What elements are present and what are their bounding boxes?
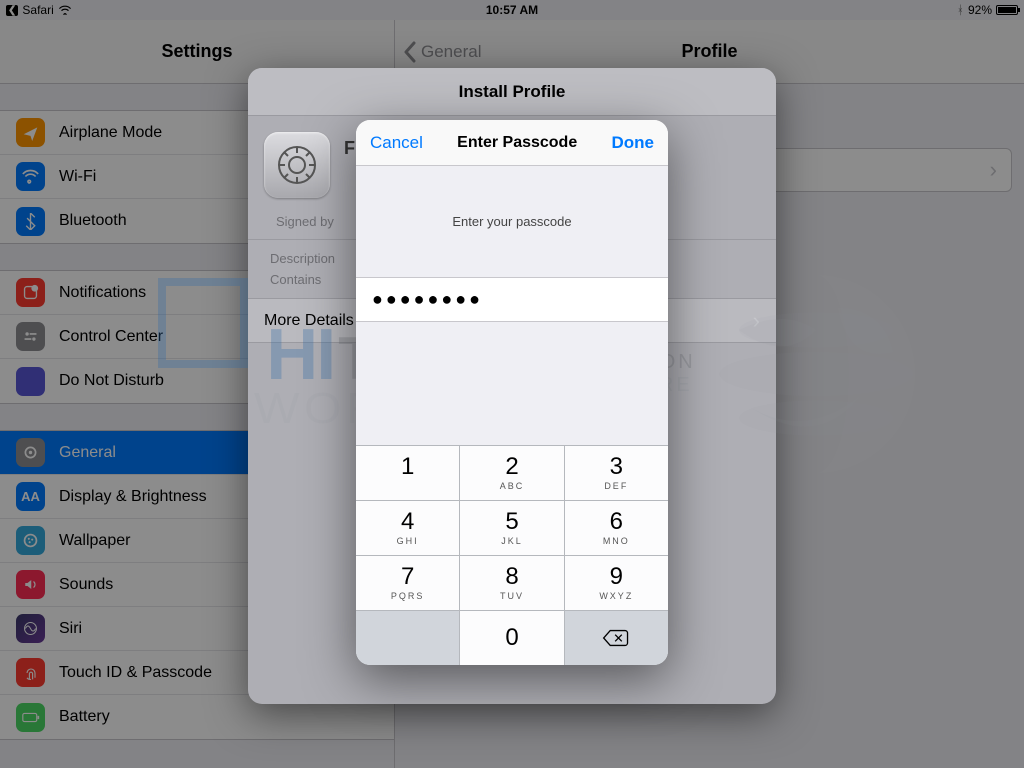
keypad-digit: 6 xyxy=(610,510,623,534)
keypad-letters: TUV xyxy=(500,591,524,601)
keypad-letters: GHI xyxy=(397,536,419,546)
keypad-9[interactable]: 9 WXYZ xyxy=(565,555,668,610)
keypad-letters: JKL xyxy=(501,536,523,546)
keypad-4[interactable]: 4 GHI xyxy=(356,500,460,555)
keypad-digit: 8 xyxy=(505,565,518,589)
keypad-digit: 1 xyxy=(401,455,414,479)
keypad-1[interactable]: 1 xyxy=(356,445,460,500)
keypad-backspace[interactable] xyxy=(565,610,668,665)
keypad-digit: 7 xyxy=(401,565,414,589)
more-details-label: More Details xyxy=(264,312,354,330)
chevron-right-icon: › xyxy=(753,308,760,334)
keypad-letters: PQRS xyxy=(391,591,425,601)
keypad-7[interactable]: 7 PQRS xyxy=(356,555,460,610)
passcode-modal: Cancel Enter Passcode Done Enter your pa… xyxy=(356,120,668,665)
keypad-letters xyxy=(405,481,410,491)
keypad-letters: ABC xyxy=(500,481,525,491)
profile-gear-icon xyxy=(264,132,330,198)
keypad-0[interactable]: 0 xyxy=(460,610,564,665)
passcode-title: Enter Passcode xyxy=(457,134,577,152)
numeric-keypad: 1 2 ABC 3 DEF 4 GHI 5 JKL 6 MNO 7 PQRS 8 TUV 9 WXYZ 0 xyxy=(356,445,668,665)
keypad-6[interactable]: 6 MNO xyxy=(565,500,668,555)
keypad-letters: WXYZ xyxy=(599,591,633,601)
keypad-digit: 3 xyxy=(610,455,623,479)
keypad-8[interactable]: 8 TUV xyxy=(460,555,564,610)
keypad-digit: 9 xyxy=(610,565,623,589)
keypad-digit: 2 xyxy=(505,455,518,479)
keypad-5[interactable]: 5 JKL xyxy=(460,500,564,555)
keypad-2[interactable]: 2 ABC xyxy=(460,445,564,500)
passcode-dots: ●●●●●●●● xyxy=(372,289,483,310)
keypad-3[interactable]: 3 DEF xyxy=(565,445,668,500)
keypad-digit: 5 xyxy=(505,510,518,534)
keypad-digit: 4 xyxy=(401,510,414,534)
backspace-icon xyxy=(602,628,630,648)
done-button[interactable]: Done xyxy=(611,133,654,153)
cancel-button[interactable]: Cancel xyxy=(370,133,423,153)
passcode-field[interactable]: ●●●●●●●● xyxy=(356,278,668,322)
keypad-blank xyxy=(356,610,460,665)
keypad-letters: DEF xyxy=(604,481,628,491)
keypad-letters: MNO xyxy=(603,536,630,546)
sheet-title: Install Profile xyxy=(248,68,776,116)
passcode-prompt: Enter your passcode xyxy=(356,166,668,278)
